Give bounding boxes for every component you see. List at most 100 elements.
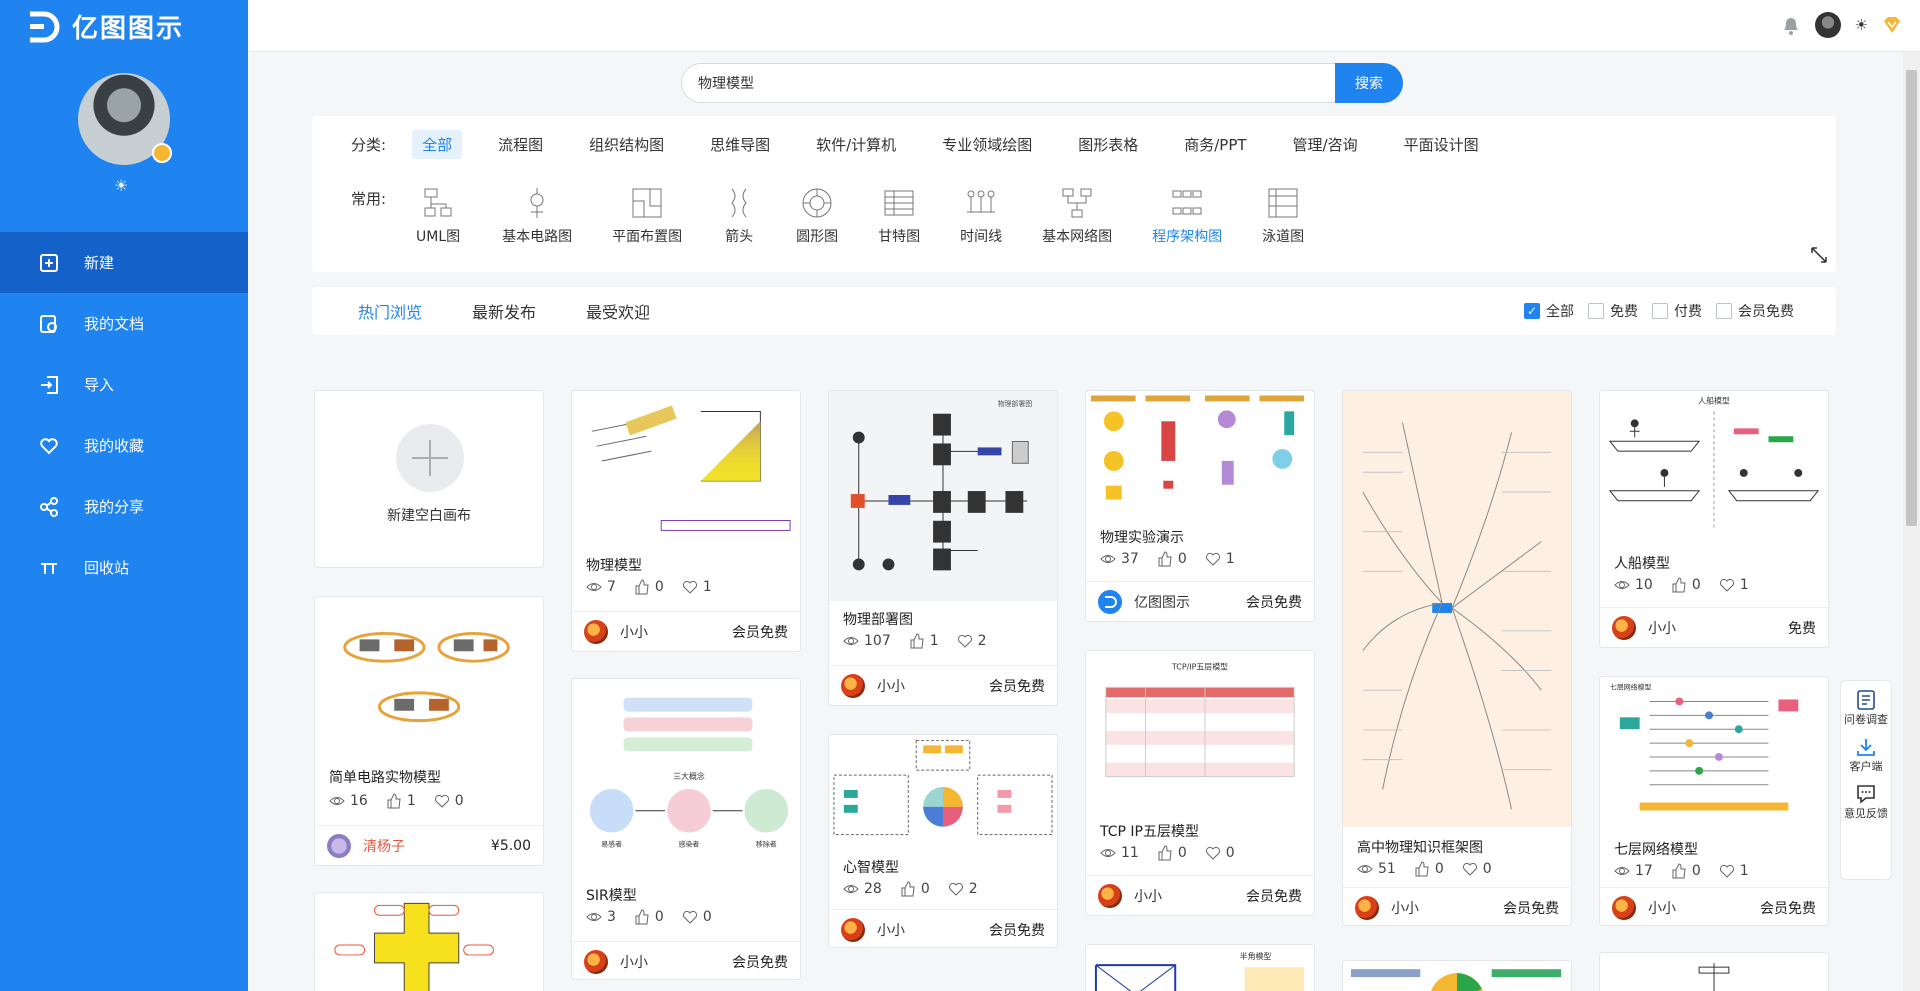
search-input[interactable] — [698, 64, 1258, 102]
vip-badge-icon — [152, 143, 172, 163]
common-swimlane[interactable]: 泳道图 — [1262, 186, 1304, 246]
tab-hot[interactable]: 热门浏览 — [358, 299, 422, 323]
price-label: 会员免费 — [989, 678, 1045, 695]
sidebar-item-documents[interactable]: 我的文档 — [0, 293, 248, 354]
template-thumbnail — [1343, 961, 1571, 991]
template-card[interactable] — [314, 892, 544, 991]
filter-all[interactable]: ✓ 全部 — [1524, 301, 1574, 321]
template-stats: 11 0 0 — [1100, 845, 1235, 861]
physics-model-title: 半角模型 — [1240, 951, 1272, 961]
template-stats: 28 0 2 — [843, 881, 978, 897]
search-button[interactable]: 搜索 — [1335, 63, 1403, 103]
template-card[interactable]: 物理实验演示 37 0 1 亿图图示 会员免费 — [1085, 390, 1315, 622]
common-basic-network[interactable]: 基本网络图 — [1042, 186, 1112, 246]
sidebar-item-share[interactable]: 我的分享 — [0, 476, 248, 537]
sidebar-item-label: 导入 — [84, 376, 115, 394]
common-uml[interactable]: UML图 — [416, 186, 460, 246]
category-org-chart[interactable]: 组织结构图 — [579, 130, 674, 159]
logo-icon — [30, 11, 60, 42]
page-scrollbar[interactable] — [1903, 52, 1920, 991]
filter-free[interactable]: 免费 — [1588, 301, 1638, 321]
template-footer: 小小 会员免费 — [1600, 887, 1828, 925]
author-name[interactable]: 小小 — [1648, 898, 1760, 918]
new-blank-canvas-card[interactable]: 新建空白画布 — [314, 390, 544, 568]
user-avatar-small[interactable] — [1814, 12, 1841, 38]
template-card[interactable]: 简单电路实物模型 16 1 0 清杨子 ¥5.00 — [314, 596, 544, 866]
category-graphic-design[interactable]: 平面设计图 — [1394, 130, 1489, 159]
category-professional[interactable]: 专业领域绘图 — [932, 130, 1042, 159]
template-stats: 7 0 1 — [586, 579, 712, 595]
sidebar: 亿图图示 ☀ 新建 我的文档 导入 我的收藏 我的分享 回收站 — [0, 0, 248, 991]
template-card[interactable]: 半角模型 — [1085, 944, 1315, 991]
vip-crown-icon[interactable] — [1882, 15, 1902, 35]
heart-icon — [38, 435, 60, 457]
client-download-button[interactable]: 客户端 — [1850, 736, 1883, 773]
share-icon — [38, 496, 60, 518]
template-card[interactable] — [1599, 952, 1829, 991]
template-card[interactable]: 高中物理知识框架图 51 0 0 小小 会员免费 — [1342, 390, 1572, 926]
checkbox-icon — [1652, 303, 1668, 319]
author-name[interactable]: 亿图图示 — [1134, 592, 1246, 612]
category-graphic-tables[interactable]: 图形表格 — [1068, 130, 1148, 159]
template-title: 高中物理知识框架图 — [1357, 840, 1483, 856]
feedback-button[interactable]: 意见反馈 — [1844, 783, 1888, 820]
filter-member-free[interactable]: 会员免费 — [1716, 301, 1794, 321]
filter-paid[interactable]: 付费 — [1652, 301, 1702, 321]
price-label: 会员免费 — [1246, 594, 1302, 611]
sidebar-item-label: 我的文档 — [84, 315, 145, 333]
osi-diagram-title: 七层网络模型 — [1610, 683, 1652, 692]
template-card[interactable]: 心智模型 28 0 2 小小 会员免费 — [828, 734, 1058, 948]
price-label: 免费 — [1788, 620, 1816, 637]
template-card[interactable] — [1342, 960, 1572, 991]
common-gantt[interactable]: 甘特图 — [878, 186, 920, 246]
sidebar-item-favorites[interactable]: 我的收藏 — [0, 415, 248, 476]
price-label: 会员免费 — [732, 624, 788, 641]
author-name[interactable]: 小小 — [877, 920, 989, 940]
tab-popular[interactable]: 最受欢迎 — [586, 299, 650, 323]
author-name[interactable]: 小小 — [1648, 618, 1788, 638]
author-name[interactable]: 小小 — [877, 676, 989, 696]
network-icon — [1062, 188, 1092, 218]
template-card[interactable]: 物理模型 7 0 1 小小 会员免费 — [571, 390, 801, 652]
template-card[interactable]: 七层网络模型 七层网络模型 17 0 1 小小 会员免费 — [1599, 676, 1829, 926]
category-software[interactable]: 软件/计算机 — [806, 130, 906, 159]
category-label: 分类: — [351, 136, 387, 154]
template-card[interactable]: 人船模型 人船模型 10 0 1 小小 免费 — [1599, 390, 1829, 648]
theme-sun-icon[interactable]: ☀ — [114, 176, 128, 195]
category-management[interactable]: 管理/咨询 — [1283, 130, 1368, 159]
author-name[interactable]: 小小 — [620, 622, 732, 642]
common-circle-chart[interactable]: 圆形图 — [796, 186, 838, 246]
common-arrow[interactable]: 箭头 — [722, 186, 756, 246]
sidebar-item-recycle[interactable]: 回收站 — [0, 537, 248, 598]
author-avatar — [841, 917, 865, 942]
eye-icon — [1357, 865, 1373, 873]
sidebar-item-label: 我的分享 — [84, 498, 145, 516]
author-name[interactable]: 小小 — [1391, 898, 1503, 918]
user-avatar[interactable] — [78, 73, 172, 165]
sidebar-item-new[interactable]: 新建 — [0, 232, 248, 293]
app-logo[interactable]: 亿图图示 — [26, 8, 184, 45]
category-business-ppt[interactable]: 商务/PPT — [1174, 130, 1256, 159]
category-all[interactable]: 全部 — [412, 130, 463, 159]
common-timeline[interactable]: 时间线 — [960, 186, 1002, 246]
template-card[interactable]: 三大概念 易感者 感染者 移除者 SIR模型 3 0 0 小小 会员免费 — [571, 678, 801, 980]
theme-sun-icon[interactable]: ☀ — [1855, 16, 1868, 34]
common-basic-circuit[interactable]: 基本电路图 — [502, 186, 572, 246]
category-mindmap[interactable]: 思维导图 — [700, 130, 780, 159]
expand-icon[interactable] — [1810, 246, 1828, 264]
scrollbar-thumb[interactable] — [1906, 70, 1917, 526]
template-card[interactable]: TCP/IP五层模型 TCP IP五层模型 11 0 0 小小 会员免费 — [1085, 650, 1315, 916]
author-name[interactable]: 小小 — [1134, 886, 1246, 906]
category-flowchart[interactable]: 流程图 — [488, 130, 553, 159]
template-card[interactable]: 物理部署图 物理部署图 107 1 2 小小 会员免费 — [828, 390, 1058, 706]
notification-bell-icon[interactable] — [1781, 14, 1801, 36]
author-name[interactable]: 清杨子 — [363, 836, 491, 856]
common-program-architecture[interactable]: 程序架构图 — [1152, 186, 1222, 246]
common-floor-plan[interactable]: 平面布置图 — [612, 186, 682, 246]
circuit-icon — [530, 188, 544, 218]
tab-latest[interactable]: 最新发布 — [472, 299, 536, 323]
survey-button[interactable]: 问卷调查 — [1844, 689, 1888, 726]
sidebar-item-import[interactable]: 导入 — [0, 354, 248, 415]
architecture-icon — [1172, 190, 1202, 215]
author-name[interactable]: 小小 — [620, 952, 732, 972]
